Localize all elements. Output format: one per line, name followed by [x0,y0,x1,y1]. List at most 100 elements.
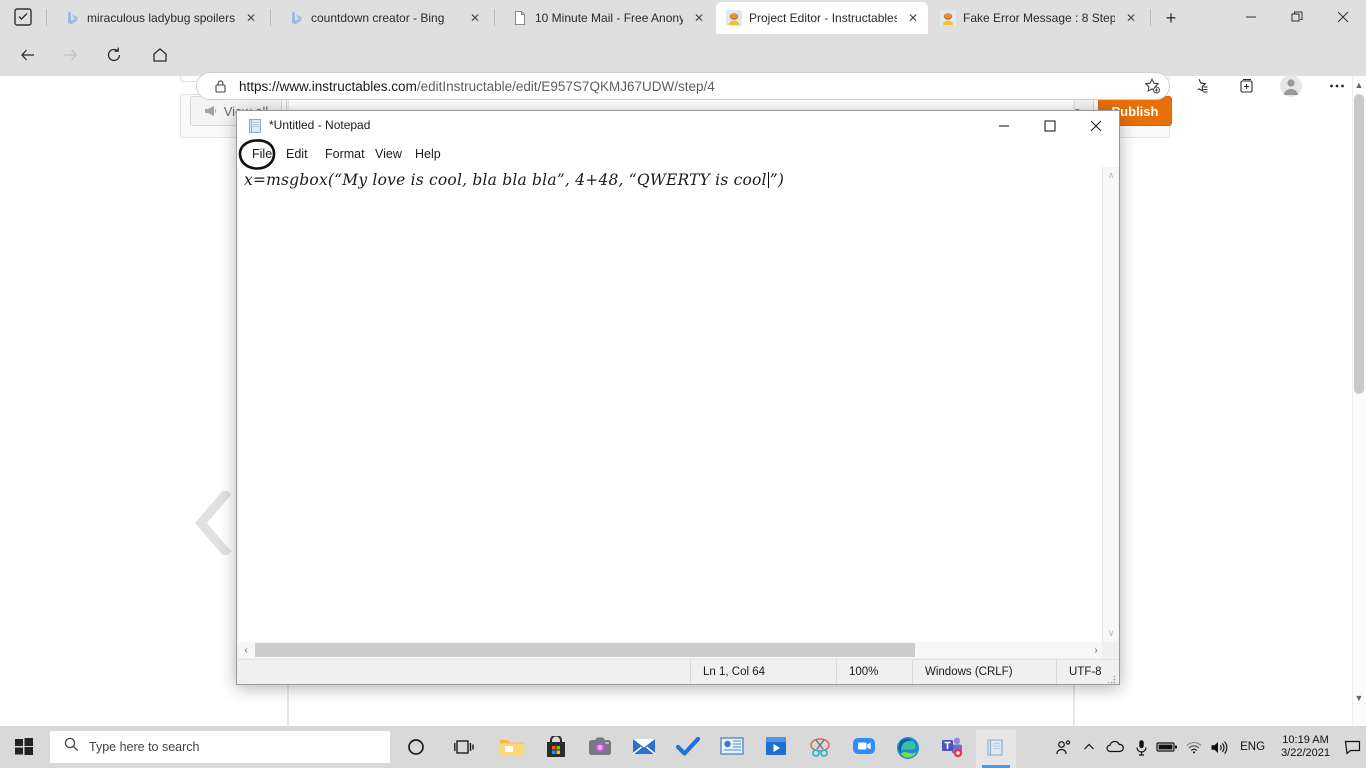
tab-actions-icon[interactable] [8,3,38,31]
tab-separator [1150,9,1151,26]
microsoft-store-icon [545,734,567,763]
taskbar-app-microsoft-teams[interactable] [932,730,972,768]
page-scroll-down-arrow[interactable]: ▼ [1354,692,1364,704]
browser-tab-0[interactable]: miraculous ladybug spoilers - ✕ [54,2,266,34]
instructables-icon [940,10,956,26]
task-view-icon[interactable] [444,731,484,763]
browser-restore-button[interactable] [1274,0,1320,34]
taskbar-app-snipping-tool[interactable] [800,730,840,768]
refresh-button[interactable] [98,39,130,71]
taskbar-app-todo[interactable] [668,730,708,768]
notepad-vertical-scrollbar[interactable]: ∧ ∨ [1102,167,1118,642]
add-favorite-icon[interactable] [1141,75,1163,97]
search-input[interactable]: Type here to search [50,731,390,763]
browser-tab-0-title: miraculous ladybug spoilers - [87,11,235,25]
browser-minimize-button[interactable] [1228,0,1274,34]
notepad-text-area[interactable]: x=msgbox(“My love is cool, bla bla bla”,… [238,167,1104,642]
home-button[interactable] [144,39,176,71]
browser-window-controls [1228,0,1366,34]
notepad-horizontal-scrollbar[interactable]: ‹ › [238,642,1104,658]
page-scrollbar[interactable]: ▲ ▼ [1352,76,1366,726]
settings-more-button[interactable] [1322,72,1352,100]
browser-tab-1-close-icon[interactable]: ✕ [466,9,484,27]
notepad-menu-edit[interactable]: Edit [281,145,313,164]
notepad-scroll-up-arrow[interactable]: ∧ [1103,167,1119,184]
battery-icon[interactable] [1154,726,1180,768]
forward-button[interactable] [54,39,86,71]
microphone-icon[interactable] [1128,726,1154,768]
profile-button[interactable] [1276,72,1306,100]
notepad-maximize-button[interactable] [1027,111,1073,141]
browser-tab-3-close-icon[interactable]: ✕ [904,9,922,27]
taskbar-app-microsoft-store[interactable] [536,730,576,768]
previous-step-arrow[interactable] [193,488,237,558]
tab-separator [270,9,271,26]
collections-button[interactable] [1232,72,1262,100]
browser-close-button[interactable] [1320,0,1366,34]
notepad-icon [985,736,1007,763]
browser-tab-4-title: Fake Error Message : 8 Steps [963,11,1115,25]
taskbar-app-camera[interactable] [580,730,620,768]
page-scroll-up-arrow[interactable]: ▲ [1354,79,1364,91]
notepad-menu-view[interactable]: View [370,145,407,164]
favorites-button[interactable] [1186,72,1216,100]
taskbar-app-mail[interactable] [624,730,664,768]
browser-tab-3-title: Project Editor - Instructables [749,11,897,25]
page-scrollbar-thumb[interactable] [1354,94,1364,394]
notifications-icon[interactable] [1338,726,1366,768]
browser-tab-4[interactable]: Fake Error Message : 8 Steps ✕ [930,2,1146,34]
notepad-hscroll-thumb[interactable] [255,643,915,657]
tab-strip: miraculous ladybug spoilers - ✕ countdow… [0,0,1366,34]
taskbar-app-movies-tv[interactable] [756,730,796,768]
taskbar-app-microsoft-edge[interactable] [888,730,928,768]
browser-tab-1[interactable]: countdown creator - Bing ✕ [278,2,490,34]
resize-grip-icon[interactable] [1106,671,1116,684]
taskbar-app-powerpoint[interactable] [712,730,752,768]
volume-icon[interactable] [1206,726,1232,768]
notepad-scroll-left-arrow[interactable]: ‹ [238,642,254,658]
notepad-scroll-down-arrow[interactable]: ∨ [1103,625,1119,642]
clock-time: 10:19 AM [1282,734,1329,746]
taskbar-app-notepad[interactable] [976,730,1016,768]
url-domain: https://www.instructables.com [239,78,417,94]
browser-navigation-bar: https://www.instructables.com/editInstru… [0,34,1366,100]
notepad-menu-format[interactable]: Format [320,145,370,164]
browser-tab-2-title: 10 Minute Mail - Free Anony [535,11,683,25]
taskbar-app-zoom[interactable] [844,730,884,768]
browser-tab-3[interactable]: Project Editor - Instructables ✕ [716,2,928,34]
back-button[interactable] [12,39,44,71]
browser-tab-2-close-icon[interactable]: ✕ [690,9,708,27]
browser-tab-1-title: countdown creator - Bing [311,11,445,25]
notepad-title-bar[interactable]: *Untitled - Notepad [237,111,1119,141]
lock-icon [209,75,231,97]
address-bar[interactable]: https://www.instructables.com/editInstru… [196,72,1170,100]
show-hidden-icons-button[interactable] [1076,726,1102,768]
onedrive-icon[interactable] [1102,726,1128,768]
notepad-menu-help[interactable]: Help [410,145,446,164]
windows-start-icon[interactable] [0,726,48,768]
chevron-left-icon [195,488,232,558]
notepad-window[interactable]: *Untitled - Notepad File Edit Format Vie… [236,110,1120,685]
notepad-text-line: x=msgbox(“My love is cool, bla bla bla”,… [244,171,1097,189]
new-tab-button[interactable]: + [1158,5,1184,31]
browser-chrome: miraculous ladybug spoilers - ✕ countdow… [0,0,1366,100]
taskbar-app-file-explorer[interactable] [492,730,532,768]
browser-tab-4-close-icon[interactable]: ✕ [1122,9,1140,27]
notepad-menu-file[interactable]: File [247,145,277,164]
address-bar-url: https://www.instructables.com/editInstru… [239,79,1133,94]
status-cursor-position: Ln 1, Col 64 [690,660,836,684]
notepad-close-button[interactable] [1073,111,1119,141]
wifi-icon[interactable] [1180,726,1206,768]
notepad-minimize-button[interactable] [981,111,1027,141]
movies-tv-icon [765,736,787,761]
notepad-text-before-caret: x=msgbox(“My love is cool, bla bla bla”,… [244,171,767,189]
language-indicator[interactable]: ENG [1232,741,1273,753]
cortana-icon[interactable] [396,731,436,763]
browser-tab-2[interactable]: 10 Minute Mail - Free Anony ✕ [502,2,714,34]
browser-tab-0-close-icon[interactable]: ✕ [242,9,260,27]
notepad-scrollbar-corner [1102,642,1118,658]
microsoft-edge-icon [896,736,920,765]
clock[interactable]: 10:19 AM 3/22/2021 [1273,734,1338,760]
mail-icon [632,736,656,760]
people-icon[interactable] [1050,726,1076,768]
